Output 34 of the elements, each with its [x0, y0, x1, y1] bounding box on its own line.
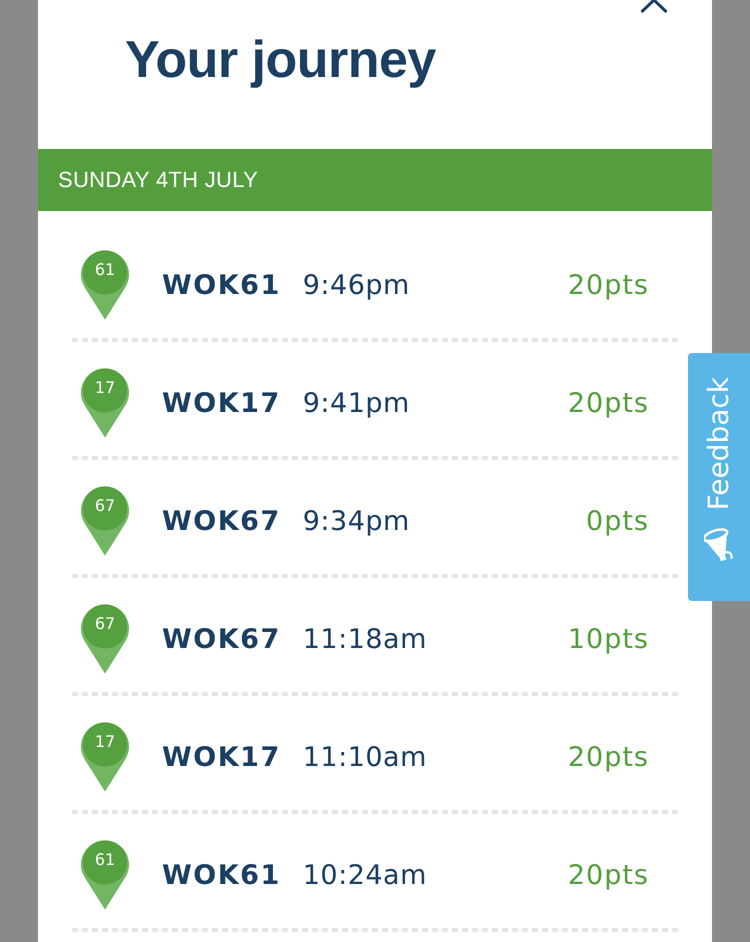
- journey-time: 11:10am: [302, 742, 427, 772]
- date-label: SUNDAY 4TH JULY: [58, 167, 258, 193]
- route-code: WOK17: [162, 742, 281, 772]
- map-pin-icon: [80, 721, 130, 793]
- route-code: WOK61: [162, 860, 281, 890]
- map-pin-icon: [80, 839, 130, 911]
- route-number: 67: [94, 615, 116, 633]
- map-pin-icon: [80, 249, 130, 321]
- map-pin-icon: [80, 485, 130, 557]
- journey-time: 9:34pm: [302, 506, 410, 536]
- route-number: 17: [94, 379, 116, 397]
- map-pin-icon: [80, 367, 130, 439]
- route-code: WOK67: [162, 506, 281, 536]
- points-earned: 0pts: [586, 506, 649, 536]
- points-earned: 10pts: [568, 624, 649, 654]
- points-earned: 20pts: [568, 742, 649, 772]
- route-code: WOK67: [162, 624, 281, 654]
- modal-title: Your journey: [125, 34, 436, 86]
- points-earned: 20pts: [568, 388, 649, 418]
- points-earned: 20pts: [568, 860, 649, 890]
- route-code: WOK61: [162, 270, 281, 300]
- journey-time: 9:46pm: [302, 270, 410, 300]
- close-icon[interactable]: [640, 0, 668, 13]
- journey-time: 10:24am: [302, 860, 427, 890]
- route-number: 17: [94, 733, 116, 751]
- route-number: 61: [94, 851, 116, 869]
- points-earned: 20pts: [568, 270, 649, 300]
- feedback-button[interactable]: Feedback: [688, 353, 750, 601]
- journey-time: 9:41pm: [302, 388, 410, 418]
- journey-time: 11:18am: [302, 624, 427, 654]
- map-pin-icon: [80, 603, 130, 675]
- route-number: 67: [94, 497, 116, 515]
- route-number: 61: [94, 261, 116, 279]
- route-code: WOK17: [162, 388, 281, 418]
